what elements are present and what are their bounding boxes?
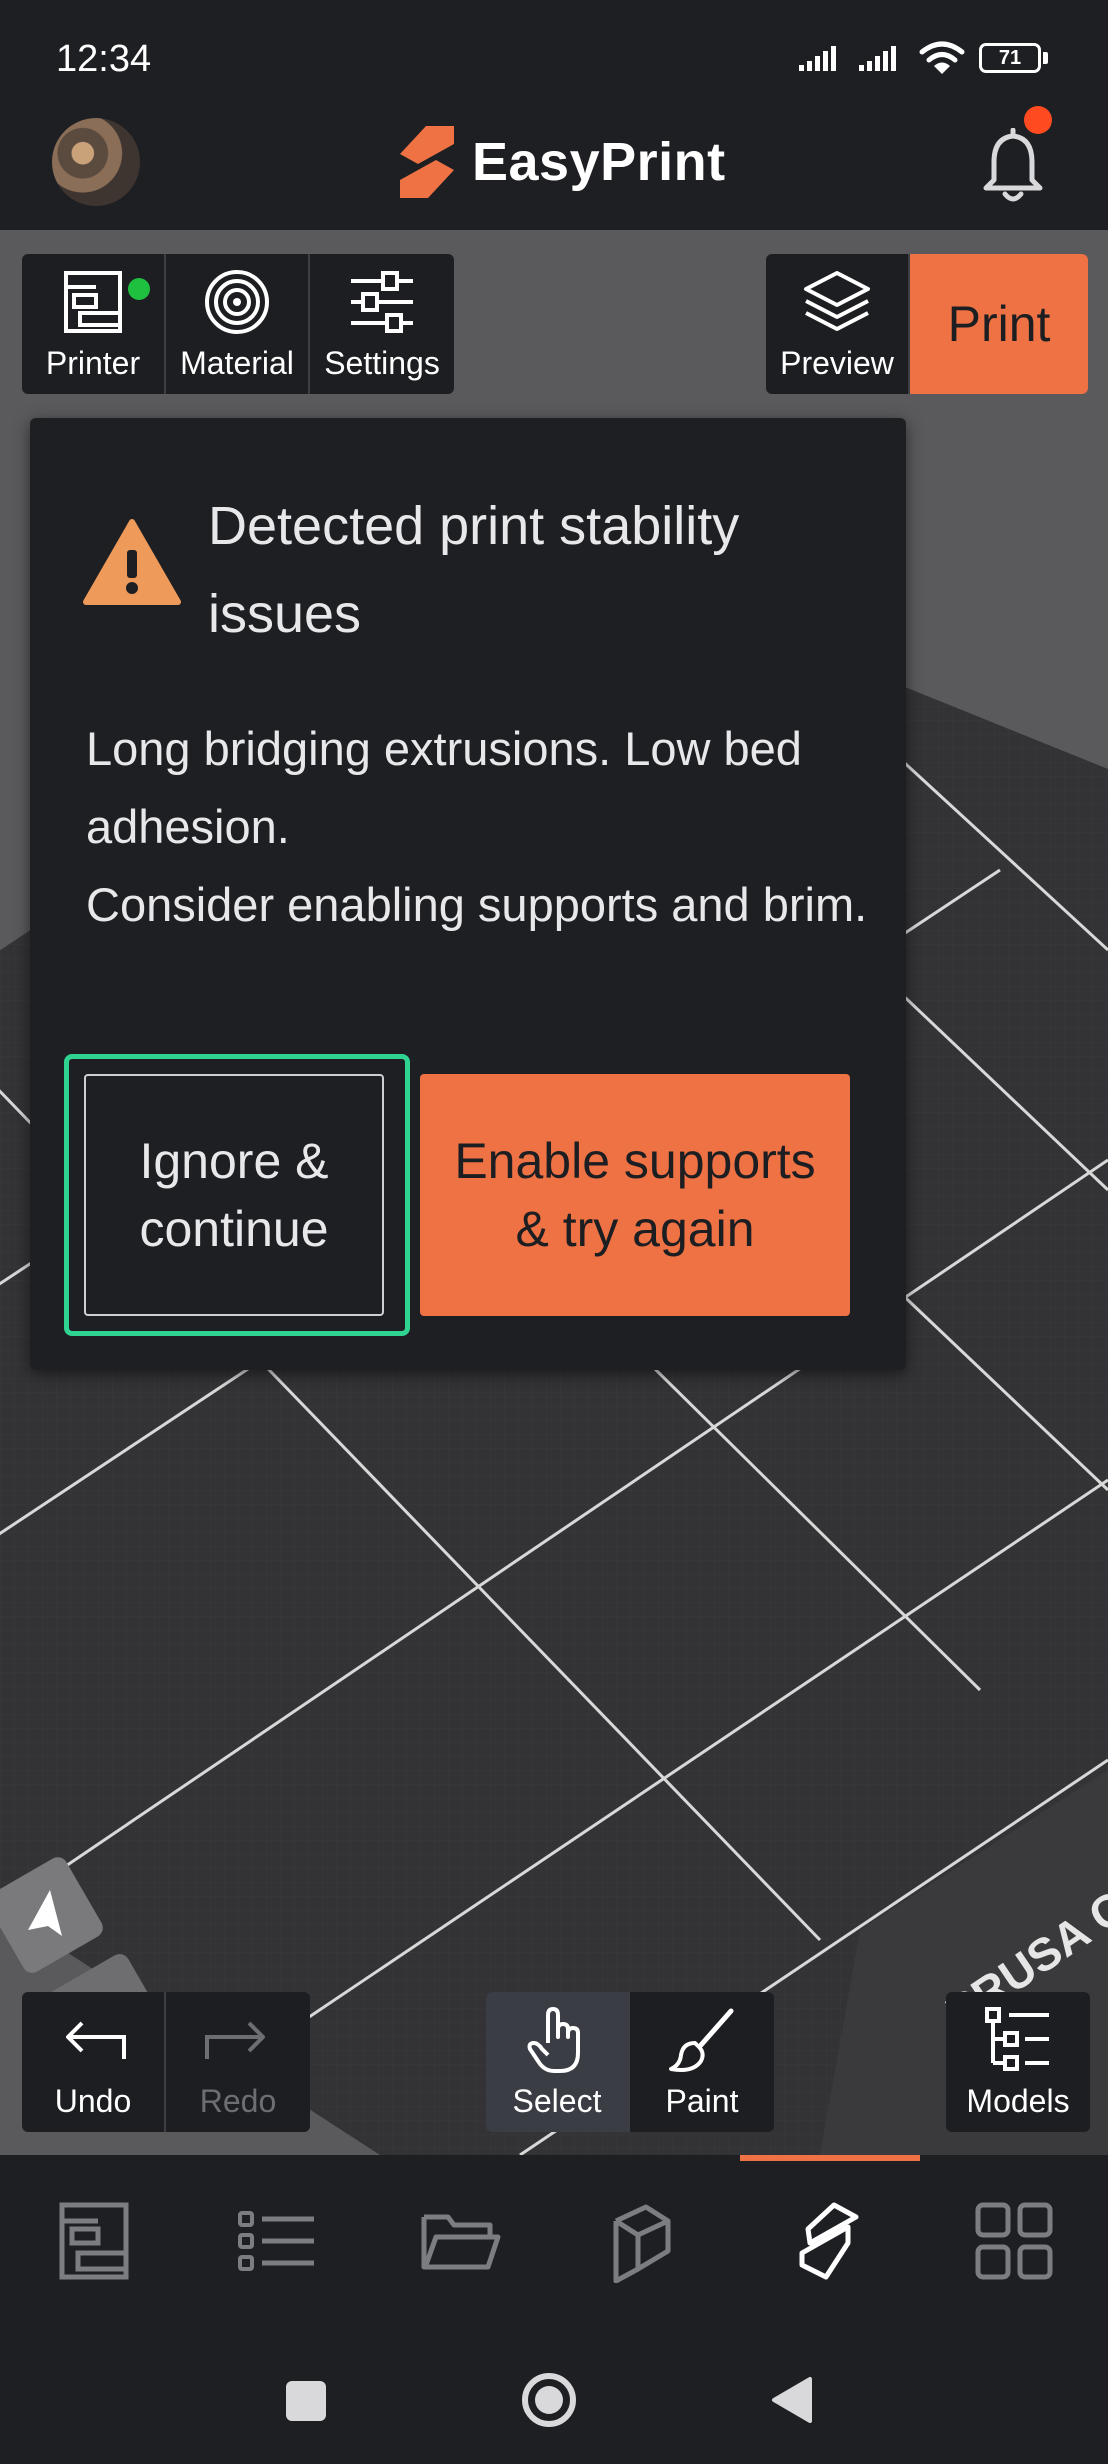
nav-queue[interactable] <box>234 2199 318 2283</box>
avatar[interactable] <box>52 118 140 206</box>
models-toolbar: Models <box>946 1992 1090 2132</box>
undo-icon <box>66 2021 126 2059</box>
active-tab-indicator <box>740 2155 920 2161</box>
warning-icon <box>83 519 181 605</box>
recents-icon[interactable] <box>284 2379 328 2423</box>
preview-label: Preview <box>780 345 894 381</box>
undo-button[interactable]: Undo <box>22 1992 166 2132</box>
printer-label: Printer <box>45 345 141 381</box>
nav-slicer[interactable] <box>786 2199 870 2283</box>
models-button[interactable]: Models <box>946 1992 1090 2132</box>
top-right-toolbar: Preview Print <box>766 254 1088 394</box>
bottom-navigation <box>0 2155 1108 2315</box>
nav-printer[interactable] <box>52 2199 136 2283</box>
app-name: EasyPrint <box>472 132 726 192</box>
list-icon <box>238 2211 314 2271</box>
tree-list-icon <box>985 2007 1049 2071</box>
hand-pointer-icon <box>527 2007 580 2073</box>
nav-more[interactable] <box>972 2199 1056 2283</box>
history-toolbar: Undo Redo <box>22 1992 310 2132</box>
model-icon <box>613 2204 671 2284</box>
battery-icon: 71 <box>979 43 1048 73</box>
dialog-message: Long bridging extrusions. Low bed adhesi… <box>86 710 876 944</box>
redo-icon <box>205 2021 265 2059</box>
ignore-continue-button[interactable]: Ignore & continue <box>84 1074 384 1316</box>
status-icons: 71 <box>799 40 1048 76</box>
slicer-icon <box>799 2202 859 2280</box>
app-header: EasyPrint <box>0 110 1108 230</box>
nav-models[interactable] <box>602 2199 686 2284</box>
select-button[interactable]: Select <box>486 1992 630 2132</box>
stability-warning-dialog: Detected print stability issues Long bri… <box>30 418 906 1370</box>
printer-online-indicator <box>128 278 150 300</box>
material-button[interactable]: Material <box>166 254 310 394</box>
back-icon[interactable] <box>768 2375 814 2425</box>
filament-spool-icon <box>205 270 269 334</box>
models-label: Models <box>966 2083 1070 2119</box>
printer-icon <box>59 2202 129 2280</box>
wifi-icon <box>919 41 965 74</box>
material-label: Material <box>180 345 294 381</box>
dialog-message-line: Consider enabling supports and brim. <box>86 878 868 931</box>
sliders-icon <box>351 271 413 333</box>
top-left-toolbar: Printer Material Settings <box>22 254 454 394</box>
printer-button[interactable]: Printer <box>22 254 166 394</box>
settings-button[interactable]: Settings <box>310 254 454 394</box>
system-navigation-bar <box>0 2315 1108 2464</box>
printer-icon <box>64 271 122 333</box>
redo-label: Redo <box>199 2083 277 2119</box>
paint-label: Paint <box>665 2083 739 2119</box>
nav-files[interactable] <box>418 2199 502 2283</box>
select-label: Select <box>512 2083 602 2119</box>
settings-label: Settings <box>324 345 440 381</box>
app-logo: EasyPrint <box>396 124 726 200</box>
easyprint-logo-icon <box>400 126 454 198</box>
status-bar: 12:34 71 <box>0 0 1108 110</box>
preview-button[interactable]: Preview <box>766 254 910 394</box>
signal-icon <box>859 46 896 71</box>
dialog-title: Detected print stability issues <box>208 496 740 644</box>
bell-icon[interactable] <box>978 128 1048 208</box>
dialog-message-line: Long bridging extrusions. Low bed adhesi… <box>86 722 802 853</box>
paintbrush-icon <box>669 2008 734 2072</box>
home-icon[interactable] <box>520 2371 578 2429</box>
print-button[interactable]: Print <box>910 254 1088 394</box>
grid-icon <box>975 2202 1053 2280</box>
enable-supports-button[interactable]: Enable supports & try again <box>420 1074 850 1316</box>
paint-button[interactable]: Paint <box>630 1992 774 2132</box>
mode-toolbar: Select Paint <box>486 1992 774 2132</box>
folder-icon <box>421 2214 501 2270</box>
redo-button[interactable]: Redo <box>166 1992 310 2132</box>
undo-label: Undo <box>54 2083 132 2119</box>
layers-icon <box>804 271 870 331</box>
signal-icon <box>799 46 836 71</box>
status-time: 12:34 <box>56 38 152 80</box>
battery-level: 71 <box>979 43 1041 73</box>
notification-badge <box>1024 106 1052 134</box>
